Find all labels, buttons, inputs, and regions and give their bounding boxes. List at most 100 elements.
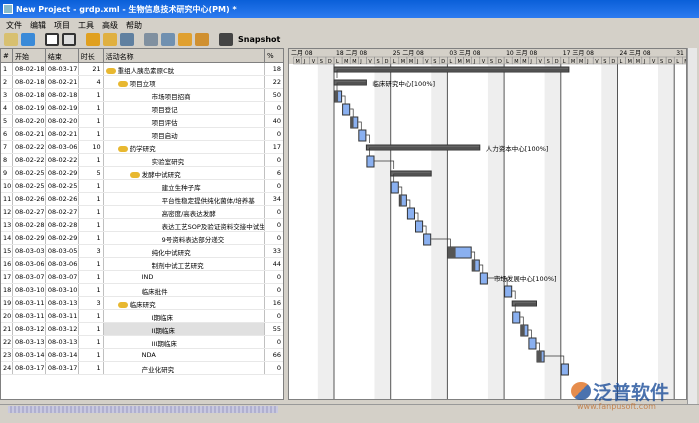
menu-tools[interactable]: 工具 xyxy=(78,21,94,30)
table-row[interactable]: 8 08-02-22 08-02-22 1 实验室研究 0 xyxy=(1,154,283,167)
task-name[interactable]: 建立生种子库 xyxy=(104,180,266,192)
table-row[interactable]: 12 08-02-27 08-02-27 1 高密度/高表达发酵 0 xyxy=(1,206,283,219)
table-row[interactable]: 23 08-03-14 08-03-14 1 NDA 66 xyxy=(1,349,283,362)
table-row[interactable]: 22 08-03-13 08-03-13 1 III期临床 0 xyxy=(1,336,283,349)
table-row[interactable]: 6 08-02-21 08-02-21 1 项目启动 0 xyxy=(1,128,283,141)
table-row[interactable]: 20 08-03-11 08-03-11 1 I期临床 0 xyxy=(1,310,283,323)
task-duration-text: 21 xyxy=(92,65,101,73)
task-name[interactable]: 重组人胰岛素原C肽 xyxy=(104,63,266,75)
table-row[interactable]: 10 08-02-25 08-02-25 1 建立生种子库 0 xyxy=(1,180,283,193)
table-row[interactable]: 21 08-03-12 08-03-12 1 II期临床 55 xyxy=(1,323,283,336)
task-name[interactable]: 项目立项 xyxy=(104,76,266,88)
table-row[interactable]: 7 08-02-22 08-03-06 10 药学研究 17 xyxy=(1,141,283,154)
menu-file[interactable]: 文件 xyxy=(6,21,22,30)
task-percent-text: 50 xyxy=(272,91,281,99)
snapshot-button[interactable]: Snapshot xyxy=(238,35,280,44)
table-row[interactable]: 15 08-03-03 08-03-05 3 纯化中试研究 33 xyxy=(1,245,283,258)
task-name[interactable]: 实验室研究 xyxy=(104,154,266,166)
col-end[interactable]: 结束 xyxy=(46,49,79,62)
folder-icon[interactable] xyxy=(117,302,128,308)
task-duration: 1 xyxy=(79,323,104,335)
task-name[interactable]: IND xyxy=(104,271,266,283)
folder-icon[interactable] xyxy=(117,81,128,87)
folder-icon[interactable] xyxy=(105,68,116,74)
move-up-icon[interactable] xyxy=(178,32,192,46)
folder-icon[interactable] xyxy=(117,146,128,152)
table-row[interactable]: 18 08-03-10 08-03-10 1 临床批件 0 xyxy=(1,284,283,297)
task-name[interactable]: III期临床 xyxy=(104,336,266,348)
task-name[interactable]: 项目登记 xyxy=(104,102,266,114)
task-name[interactable]: 纯化中试研究 xyxy=(104,245,266,257)
task-end-text: 08-02-25 xyxy=(47,182,78,190)
day-label: M xyxy=(409,59,413,65)
task-name[interactable]: I期临床 xyxy=(104,310,266,322)
task-name[interactable]: 项目启动 xyxy=(104,128,266,140)
new-resource-icon[interactable] xyxy=(103,32,117,46)
table-row[interactable]: 5 08-02-20 08-02-20 1 项目评估 40 xyxy=(1,115,283,128)
task-name[interactable]: 平台性稳定提供纯化菌体/培养基 xyxy=(104,193,266,205)
table-row[interactable]: 1 08-02-18 08-03-17 21 重组人胰岛素原C肽 18 xyxy=(1,63,283,76)
col-percent[interactable]: % xyxy=(265,49,283,62)
dependency-arrow xyxy=(398,186,403,195)
task-end-text: 08-02-21 xyxy=(47,78,78,86)
task-name[interactable]: 项目评估 xyxy=(104,115,266,127)
table-row[interactable]: 14 08-02-29 08-02-29 1 9号资料表达部分递交 0 xyxy=(1,232,283,245)
dependency-arrow xyxy=(342,95,346,104)
day-label: M xyxy=(344,59,348,65)
task-name[interactable]: 市场项目招商 xyxy=(104,89,266,101)
scroll-thumb[interactable] xyxy=(8,406,278,413)
save-as-icon[interactable] xyxy=(62,32,76,46)
task-end: 08-03-11 xyxy=(46,310,79,322)
weekend-shade xyxy=(544,49,561,399)
delete-icon[interactable] xyxy=(120,32,134,46)
task-name[interactable]: 药学研究 xyxy=(104,141,266,153)
indent-icon[interactable] xyxy=(144,32,158,46)
camera-icon[interactable] xyxy=(219,32,233,46)
task-name[interactable]: 9号资料表达部分递交 xyxy=(104,232,266,244)
gantt-chart[interactable]: 二月 08 18 二月 08 25 二月 08 03 三月 08 10 三月 08 17 … xyxy=(288,48,687,400)
task-name[interactable]: II期临床 xyxy=(103,323,266,335)
weekend-shade xyxy=(487,49,505,399)
table-row[interactable]: 19 08-03-11 08-03-13 3 临床研究 16 xyxy=(1,297,283,310)
table-row[interactable]: 3 08-02-18 08-02-18 1 市场项目招商 50 xyxy=(1,89,283,102)
table-row[interactable]: 13 08-02-28 08-02-28 1 表达工艺SOP及验证资料交接中试生产 0 xyxy=(1,219,283,232)
task-name[interactable]: 临床批件 xyxy=(104,284,266,296)
task-name[interactable]: 制剂中试工艺研究 xyxy=(104,258,266,270)
table-row[interactable]: 4 08-02-19 08-02-19 1 项目登记 0 xyxy=(1,102,283,115)
col-start[interactable]: 开始 xyxy=(13,49,46,62)
task-name[interactable]: 临床研究 xyxy=(104,297,266,309)
col-name[interactable]: 活动名称 xyxy=(104,49,266,62)
open-icon[interactable] xyxy=(21,32,35,46)
task-duration-text: 1 xyxy=(96,260,101,268)
task-name[interactable]: 产业化研究 xyxy=(104,362,266,374)
table-row[interactable]: 17 08-03-07 08-03-07 1 IND 0 xyxy=(1,271,283,284)
task-end: 08-02-18 xyxy=(46,89,79,101)
menu-edit[interactable]: 编辑 xyxy=(30,21,46,30)
vertical-scrollbar[interactable] xyxy=(687,48,697,404)
task-name[interactable]: NDA xyxy=(104,349,266,361)
task-number: 12 xyxy=(1,206,13,218)
move-down-icon[interactable] xyxy=(195,32,209,46)
new-task-icon[interactable] xyxy=(86,32,100,46)
save-icon[interactable] xyxy=(45,32,59,46)
table-row[interactable]: 16 08-03-06 08-03-06 1 制剂中试工艺研究 44 xyxy=(1,258,283,271)
task-name[interactable]: 发酵中试研究 xyxy=(104,167,266,179)
table-row[interactable]: 2 08-02-18 08-02-21 4 项目立项 22 xyxy=(1,76,283,89)
folder-icon[interactable] xyxy=(129,172,140,178)
dependency-arrow xyxy=(471,251,476,260)
table-row[interactable]: 11 08-02-26 08-02-26 1 平台性稳定提供纯化菌体/培养基 34 xyxy=(1,193,283,206)
progress-fill xyxy=(520,325,525,336)
task-number-text: 7 xyxy=(3,143,8,151)
menu-advanced[interactable]: 高级 xyxy=(102,21,118,30)
table-row[interactable]: 9 08-02-25 08-02-29 5 发酵中试研究 6 xyxy=(1,167,283,180)
summary-bar xyxy=(333,66,570,73)
menu-help[interactable]: 帮助 xyxy=(126,21,142,30)
new-icon[interactable] xyxy=(4,32,18,46)
table-row[interactable]: 24 08-03-17 08-03-17 1 产业化研究 0 xyxy=(1,362,283,375)
menu-project[interactable]: 项目 xyxy=(54,21,70,30)
task-name[interactable]: 表达工艺SOP及验证资料交接中试生产 xyxy=(104,219,266,231)
col-number[interactable]: # xyxy=(1,49,13,62)
col-duration[interactable]: 时长 xyxy=(79,49,104,62)
unindent-icon[interactable] xyxy=(161,32,175,46)
task-name[interactable]: 高密度/高表达发酵 xyxy=(104,206,266,218)
